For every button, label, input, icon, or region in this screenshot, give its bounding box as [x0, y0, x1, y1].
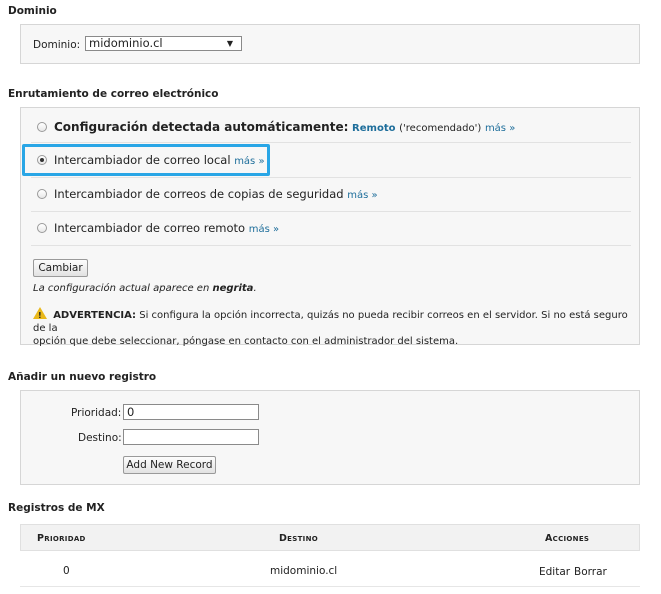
mx-table-header: Prioridad Destino Acciones	[20, 524, 640, 551]
radio-auto-detected[interactable]	[37, 122, 47, 132]
option-auto-detected-value: Remoto	[352, 123, 396, 134]
option-backup-label: Intercambiador de correos de copias de s…	[54, 187, 344, 201]
priority-label: Prioridad:	[71, 407, 122, 419]
more-link-auto[interactable]: más »	[485, 123, 515, 134]
more-link-remote[interactable]: más »	[249, 224, 279, 235]
add-record-panel: Prioridad: 0 Destino: Add New Record	[20, 390, 640, 485]
divider	[31, 142, 631, 143]
note-prefix: La configuración actual aparece en	[33, 283, 210, 294]
note-end: .	[253, 283, 257, 294]
column-header-priority: Prioridad	[37, 533, 86, 544]
routing-panel: Configuración detectada automáticamente:…	[20, 107, 640, 348]
option-auto-suffix: ('recomendado')	[399, 123, 482, 134]
priority-input-value: 0	[127, 405, 135, 419]
chevron-down-icon: ▼	[226, 39, 233, 48]
radio-backup-exchanger[interactable]	[37, 189, 47, 199]
warning-line-2: opción que debe seleccionar, póngase en …	[33, 336, 459, 347]
column-header-destination: Destino	[279, 533, 318, 544]
divider	[31, 177, 631, 178]
option-local-exchanger: Intercambiador de correo local más »	[54, 153, 265, 167]
delete-link[interactable]: Borrar	[574, 566, 607, 578]
option-remote-exchanger: Intercambiador de correo remoto más »	[54, 221, 279, 235]
warning-title: ADVERTENCIA:	[53, 310, 137, 321]
table-row: 0 midominio.cl Editar Borrar	[20, 551, 640, 587]
domain-select[interactable]: midominio.cl ▼	[85, 36, 242, 51]
row-priority: 0	[63, 565, 70, 577]
divider	[31, 211, 631, 212]
destination-input[interactable]	[123, 429, 259, 445]
current-config-note: La configuración actual aparece en negri…	[33, 283, 257, 294]
edit-link[interactable]: Editar	[539, 566, 570, 578]
warning-icon: !	[33, 307, 47, 320]
option-auto-detected: Configuración detectada automáticamente:…	[54, 120, 515, 134]
option-auto-label: Configuración detectada automáticamente:	[54, 120, 349, 134]
column-header-actions: Acciones	[545, 533, 590, 544]
add-new-record-button[interactable]: Add New Record	[123, 456, 216, 474]
domain-section-title: Dominio	[8, 5, 57, 17]
option-remote-label: Intercambiador de correo remoto	[54, 221, 246, 235]
radio-local-exchanger[interactable]	[37, 155, 47, 165]
divider	[31, 245, 631, 246]
more-link-local[interactable]: más »	[234, 156, 264, 167]
domain-panel: Dominio: midominio.cl ▼	[20, 24, 640, 64]
option-local-label: Intercambiador de correo local	[54, 153, 231, 167]
row-destination: midominio.cl	[270, 565, 338, 577]
routing-section-title: Enrutamiento de correo electrónico	[8, 88, 219, 100]
priority-input[interactable]: 0	[123, 404, 259, 420]
option-backup-exchanger: Intercambiador de correos de copias de s…	[54, 187, 378, 201]
mx-records-section-title: Registros de MX	[8, 502, 105, 514]
domain-label: Dominio:	[33, 39, 81, 51]
change-button[interactable]: Cambiar	[33, 259, 88, 277]
radio-remote-exchanger[interactable]	[37, 223, 47, 233]
destination-label: Destino:	[78, 432, 122, 444]
more-link-backup[interactable]: más »	[347, 190, 377, 201]
domain-select-value: midominio.cl	[89, 36, 163, 50]
note-bold: negrita	[212, 283, 254, 294]
add-record-section-title: Añadir un nuevo registro	[8, 371, 157, 383]
warning-message: ! ADVERTENCIA: Si configura la opción in…	[33, 307, 637, 348]
